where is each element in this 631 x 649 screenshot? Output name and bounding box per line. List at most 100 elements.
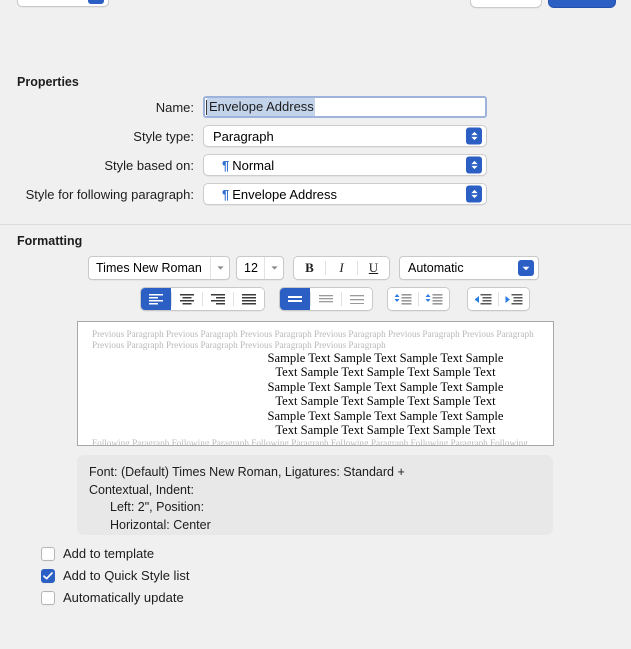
style-type-label: Style type:: [133, 128, 194, 144]
formatting-divider: [0, 224, 631, 225]
style-based-on-select[interactable]: ¶ Normal: [203, 154, 487, 176]
automatically-update-label: Automatically update: [63, 590, 184, 605]
description-line: Font: (Default) Times New Roman, Ligatur…: [89, 465, 405, 479]
chevron-updown-icon[interactable]: [466, 127, 482, 145]
modify-style-dialog: Modify Style Properties Name: Envelope A…: [0, 0, 631, 649]
pilcrow-icon: ¶: [222, 157, 230, 173]
line-spacing-single-icon: [288, 296, 302, 302]
underline-button[interactable]: U: [358, 257, 389, 279]
font-family-value: Times New Roman: [96, 261, 202, 275]
font-family-select[interactable]: Times New Roman: [88, 256, 230, 280]
decrease-indent-button[interactable]: [468, 288, 498, 310]
style-following-row: Style for following paragraph: ¶ Envelop…: [0, 183, 631, 205]
style-based-on-label: Style based on:: [104, 157, 194, 173]
format-menu-button[interactable]: Format: [17, 0, 109, 7]
chevron-down-icon[interactable]: [88, 0, 104, 4]
cancel-button-label: Cancel: [486, 0, 526, 3]
automatically-update-checkbox[interactable]: [41, 590, 55, 605]
description-line: Horizontal: Center: [110, 517, 211, 532]
italic-button[interactable]: I: [326, 257, 357, 279]
style-based-on-value: Normal: [232, 157, 275, 173]
style-description: Font: (Default) Times New Roman, Ligatur…: [77, 455, 553, 535]
pilcrow-icon: ¶: [222, 186, 230, 202]
line-spacing-single-button[interactable]: [280, 288, 310, 310]
add-to-quick-style-list-checkbox[interactable]: [41, 568, 55, 583]
style-description-text: Font: (Default) Times New Roman, Ligatur…: [77, 455, 553, 534]
chevron-down-icon[interactable]: [265, 266, 283, 270]
description-line: Left: 2", Position:: [110, 500, 205, 514]
font-color-value: Automatic: [408, 261, 464, 275]
style-type-value: Paragraph: [213, 128, 274, 144]
space-before-icon: [394, 293, 412, 305]
line-spacing-double-button[interactable]: [342, 288, 372, 310]
style-type-row: Style type: Paragraph: [0, 125, 631, 147]
space-after-button[interactable]: [419, 288, 449, 310]
add-to-template-label: Add to template: [63, 546, 155, 561]
add-to-quick-style-list-label: Add to Quick Style list: [63, 568, 190, 583]
paragraph-spacing-group: [387, 287, 450, 311]
chevron-down-icon: [470, 165, 478, 170]
align-justify-button[interactable]: [234, 288, 264, 310]
indent-group: [467, 287, 530, 311]
style-based-on-row: Style based on: ¶ Normal: [0, 154, 631, 176]
preview-sample-line: Sample Text Sample Text Sample Text Samp…: [267, 379, 504, 394]
chevron-down-icon[interactable]: [518, 260, 534, 276]
add-to-template-row[interactable]: Add to template: [41, 546, 189, 561]
preview-sample-line: Sample Text Sample Text Sample Text Samp…: [267, 351, 504, 365]
chevron-updown-icon[interactable]: [466, 156, 482, 174]
cancel-button[interactable]: Cancel: [470, 0, 542, 8]
chevron-up-icon: [470, 189, 478, 194]
ok-button-label: OK: [573, 0, 592, 3]
align-justify-icon: [242, 293, 256, 304]
decrease-indent-icon: [474, 293, 492, 304]
line-spacing-1.5-icon: [319, 294, 333, 302]
align-center-icon: [180, 293, 194, 304]
space-before-button[interactable]: [388, 288, 418, 310]
space-after-icon: [425, 293, 443, 305]
automatically-update-row[interactable]: Automatically update: [41, 590, 189, 605]
description-line: Contextual, Indent:: [89, 482, 194, 497]
add-to-quick-style-list-row[interactable]: Add to Quick Style list: [41, 568, 189, 583]
align-right-icon: [211, 293, 225, 304]
chevron-down-icon: [470, 194, 478, 199]
formatting-toolbar-row1: Times New Roman 12 B I U Automatic: [88, 256, 539, 280]
add-to-template-checkbox[interactable]: [41, 546, 55, 561]
name-row: Name: Envelope Address: [0, 96, 631, 118]
chevron-down-icon: [470, 136, 478, 141]
format-menu-label: Format: [27, 0, 68, 3]
style-following-value: Envelope Address: [232, 186, 338, 202]
line-spacing-15-button[interactable]: [311, 288, 341, 310]
preview-sample-line: Text Sample Text Sample Text Sample Text: [275, 365, 496, 380]
properties-section-label: Properties: [17, 75, 79, 89]
font-color-select[interactable]: Automatic: [399, 256, 539, 280]
dialog-footer: Format Cancel OK: [0, 0, 631, 28]
line-spacing-double-icon: [350, 294, 364, 304]
preview-sample-line: Text Sample Text Sample Text Sample Text: [275, 394, 496, 409]
increase-indent-button[interactable]: [499, 288, 529, 310]
align-left-icon: [149, 293, 163, 304]
preview-previous-paragraph: Previous Paragraph Previous Paragraph Pr…: [92, 329, 534, 350]
formatting-toolbar-row2: [140, 287, 530, 311]
align-center-button[interactable]: [172, 288, 202, 310]
bold-button[interactable]: B: [294, 257, 325, 279]
preview-sample-line: Text Sample Text Sample Text Sample Text: [275, 423, 496, 438]
style-type-select[interactable]: Paragraph: [203, 125, 487, 147]
name-label: Name:: [155, 99, 194, 115]
font-size-select[interactable]: 12: [236, 256, 284, 280]
options-group: Add to template Add to Quick Style list …: [41, 546, 189, 612]
line-spacing-group: [279, 287, 373, 311]
preview-sample-text: Sample Text Sample Text Sample Text Samp…: [78, 351, 553, 437]
name-input[interactable]: Envelope Address: [203, 96, 487, 118]
properties-fields: Name: Envelope Address Style type: Parag…: [0, 96, 631, 212]
text-style-group: B I U: [293, 256, 390, 280]
chevron-updown-icon[interactable]: [466, 185, 482, 203]
chevron-down-icon[interactable]: [211, 266, 229, 270]
ok-button[interactable]: OK: [548, 0, 616, 8]
align-right-button[interactable]: [203, 288, 233, 310]
chevron-up-icon: [470, 160, 478, 165]
checkmark-icon: [43, 571, 53, 579]
align-left-button[interactable]: [141, 288, 171, 310]
name-input-value: Envelope Address: [207, 98, 315, 116]
style-following-select[interactable]: ¶ Envelope Address: [203, 183, 487, 205]
preview-following-paragraph: Following Paragraph Following Paragraph …: [92, 438, 528, 446]
